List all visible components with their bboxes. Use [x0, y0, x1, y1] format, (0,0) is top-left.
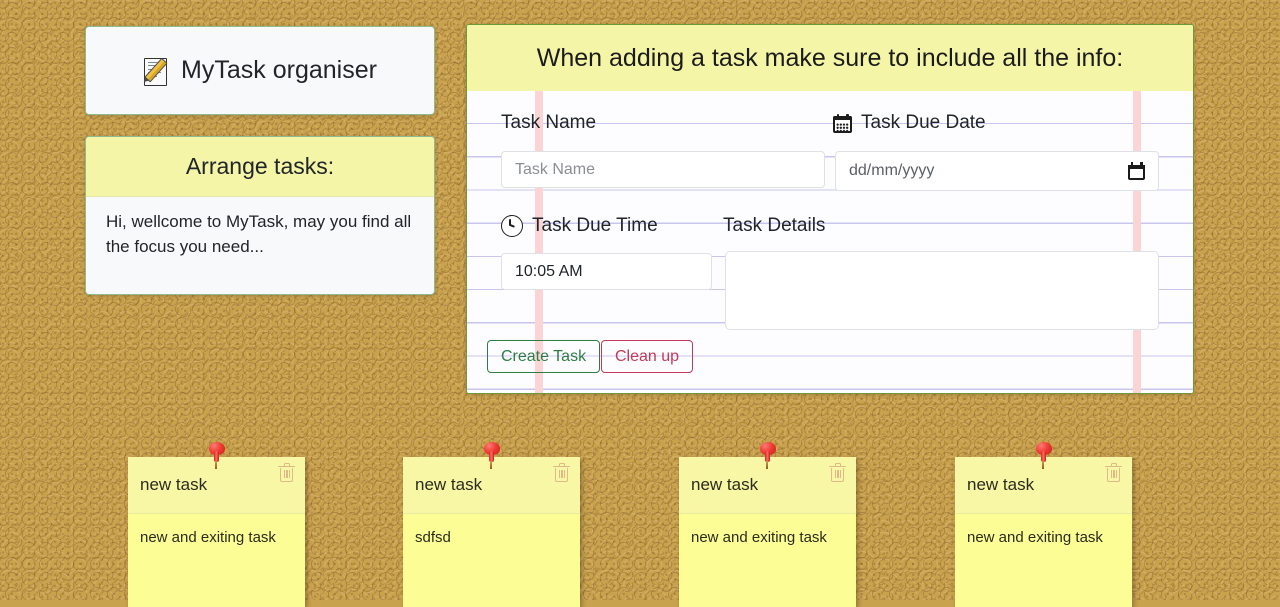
task-due-time-label-text: Task Due Time: [532, 215, 658, 236]
task-due-date-label: Task Due Date: [833, 112, 986, 134]
task-due-time-input[interactable]: 10:05 AM: [501, 253, 712, 290]
lined-paper-body: Task Name Task Due Date Task Due Time Ta…: [467, 91, 1193, 393]
paper-margin-line-right: [1133, 91, 1141, 393]
arrange-tasks-header: Arrange tasks:: [86, 137, 434, 197]
task-due-date-placeholder: dd/mm/yyyy: [849, 162, 935, 179]
task-form-header: When adding a task make sure to include …: [467, 25, 1193, 91]
task-due-time-value: 10:05 AM: [515, 262, 583, 280]
sticky-note[interactable]: new task sdfsd: [403, 442, 580, 607]
arrange-tasks-card: Arrange tasks: Hi, wellcome to MyTask, m…: [85, 136, 435, 295]
sticky-note[interactable]: new task new and exiting task: [679, 442, 856, 607]
task-name-input[interactable]: [501, 151, 825, 188]
brand-inner: MyTask organiser: [143, 56, 377, 86]
trash-icon[interactable]: [829, 463, 846, 483]
task-due-date-label-text: Task Due Date: [861, 112, 986, 133]
date-picker-icon[interactable]: [1128, 162, 1145, 180]
task-form-panel: When adding a task make sure to include …: [466, 24, 1194, 394]
trash-icon[interactable]: [1105, 463, 1122, 483]
clean-up-button[interactable]: Clean up: [601, 340, 694, 373]
sticky-note-body: new and exiting task: [691, 529, 827, 546]
brand-card: MyTask organiser: [85, 26, 435, 115]
arrange-tasks-body: Hi, wellcome to MyTask, may you find all…: [106, 212, 412, 256]
trash-icon[interactable]: [278, 463, 295, 483]
sticky-note-header: new task: [403, 457, 580, 514]
sticky-note[interactable]: new task new and exiting task: [128, 442, 305, 607]
sticky-note[interactable]: new task new and exiting task: [955, 442, 1132, 607]
task-due-time-label: Task Due Time: [501, 215, 658, 237]
task-name-label: Task Name: [501, 112, 596, 134]
task-name-label-text: Task Name: [501, 112, 597, 133]
trash-icon[interactable]: [553, 463, 570, 483]
task-details-label: Task Details: [723, 215, 825, 237]
sticky-note-title: new task: [691, 475, 759, 494]
sticky-note-body: new and exiting task: [140, 529, 276, 546]
sticky-note-title: new task: [140, 475, 208, 494]
clock-icon: [501, 215, 523, 237]
task-due-date-input[interactable]: dd/mm/yyyy: [835, 151, 1159, 191]
sticky-note-body: sdfsd: [415, 529, 451, 546]
calendar-icon: [833, 113, 852, 133]
sticky-note-header: new task: [128, 457, 305, 514]
task-details-label-text: Task Details: [723, 215, 826, 236]
sticky-note-title: new task: [415, 475, 483, 494]
app-title: MyTask organiser: [181, 56, 377, 84]
sticky-note-header: new task: [955, 457, 1132, 514]
sticky-note-title: new task: [967, 475, 1035, 494]
memo-pencil-icon: [143, 56, 171, 86]
task-details-textarea[interactable]: [725, 251, 1159, 330]
create-task-button[interactable]: Create Task: [487, 340, 601, 373]
sticky-note-body: new and exiting task: [967, 529, 1103, 546]
sticky-note-header: new task: [679, 457, 856, 514]
